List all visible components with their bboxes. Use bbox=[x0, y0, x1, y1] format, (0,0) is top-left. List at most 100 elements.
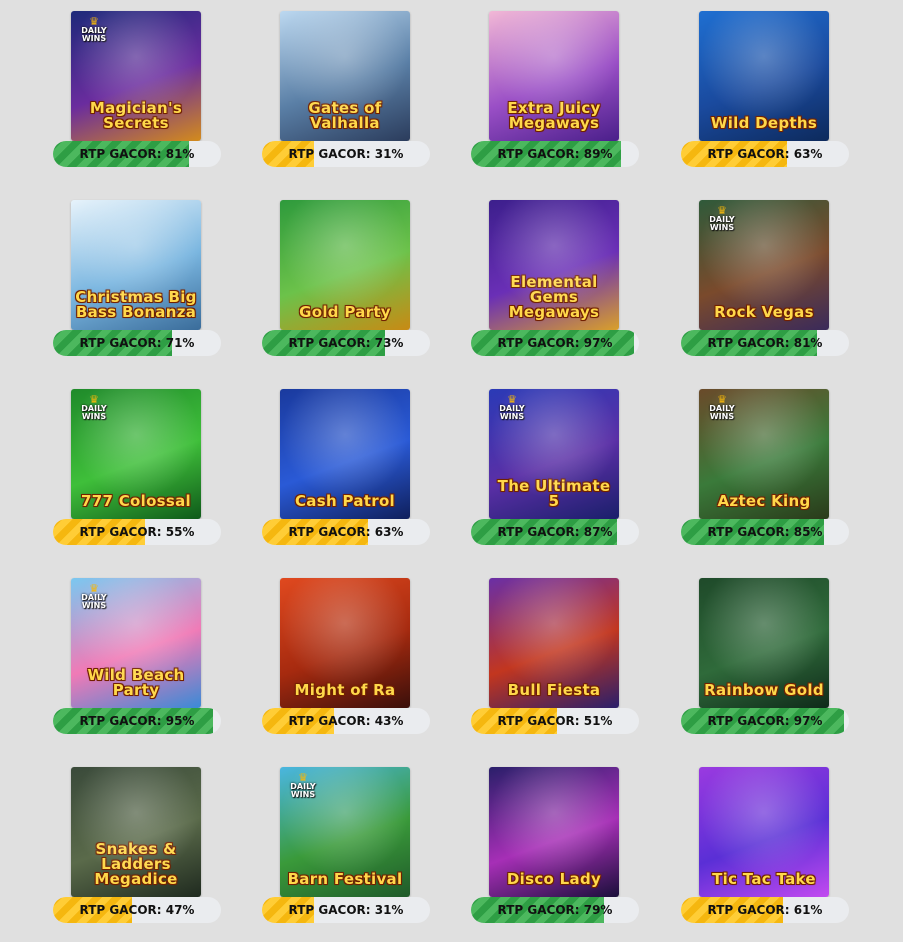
game-thumbnail[interactable]: Extra Juicy Megaways bbox=[489, 11, 619, 141]
game-thumbnail[interactable]: Rainbow Gold bbox=[699, 578, 829, 708]
rtp-progress-bar: RTP GACOR: 79% bbox=[471, 897, 639, 923]
game-thumbnail[interactable]: Elemental Gems Megaways bbox=[489, 200, 619, 330]
game-thumbnail[interactable]: ♛ DAILY WINS The Ultimate 5 bbox=[489, 389, 619, 519]
rtp-label: RTP GACOR: 43% bbox=[288, 714, 404, 728]
game-card-gold-party[interactable]: Gold Party RTP GACOR: 73% bbox=[262, 200, 432, 360]
rtp-label: RTP GACOR: 51% bbox=[497, 714, 613, 728]
game-card-rainbow-gold[interactable]: Rainbow Gold RTP GACOR: 97% bbox=[681, 578, 851, 738]
rtp-progress-bar: RTP GACOR: 89% bbox=[471, 141, 639, 167]
game-title: Wild Depths bbox=[710, 114, 818, 132]
game-title: Might of Ra bbox=[294, 681, 396, 699]
rtp-label: RTP GACOR: 31% bbox=[288, 147, 404, 161]
game-thumbnail[interactable]: Wild Depths bbox=[699, 11, 829, 141]
rtp-label: RTP GACOR: 81% bbox=[707, 336, 823, 350]
rtp-progress-bar: RTP GACOR: 63% bbox=[262, 519, 430, 545]
daily-wins-badge: ♛ DAILY WINS bbox=[703, 394, 741, 421]
game-title: Rock Vegas bbox=[714, 303, 814, 321]
game-thumbnail[interactable]: ♛ DAILY WINS Aztec King bbox=[699, 389, 829, 519]
rtp-progress-bar: RTP GACOR: 97% bbox=[471, 330, 639, 356]
game-card-bull-fiesta[interactable]: Bull Fiesta RTP GACOR: 51% bbox=[471, 578, 641, 738]
game-card-777-colossal[interactable]: ♛ DAILY WINS 777 Colossal RTP GACOR: 55% bbox=[53, 389, 223, 549]
game-title: Extra Juicy Megaways bbox=[507, 99, 601, 132]
game-thumbnail[interactable]: Might of Ra bbox=[280, 578, 410, 708]
rtp-label: RTP GACOR: 63% bbox=[288, 525, 404, 539]
game-thumbnail[interactable]: Gold Party bbox=[280, 200, 410, 330]
game-thumbnail[interactable]: Disco Lady bbox=[489, 767, 619, 897]
rtp-label: RTP GACOR: 95% bbox=[79, 714, 195, 728]
rtp-progress-bar: RTP GACOR: 55% bbox=[53, 519, 221, 545]
rtp-progress-bar: RTP GACOR: 31% bbox=[262, 897, 430, 923]
game-title: The Ultimate 5 bbox=[497, 477, 611, 510]
rtp-progress-bar: RTP GACOR: 73% bbox=[262, 330, 430, 356]
daily-wins-label: DAILY WINS bbox=[499, 404, 525, 421]
game-thumbnail[interactable]: Bull Fiesta bbox=[489, 578, 619, 708]
daily-wins-label: DAILY WINS bbox=[81, 404, 107, 421]
game-card-the-ultimate-5[interactable]: ♛ DAILY WINS The Ultimate 5 RTP GACOR: 87% bbox=[471, 389, 641, 549]
game-card-elemental-gems-megaways[interactable]: Elemental Gems Megaways RTP GACOR: 97% bbox=[471, 200, 641, 360]
game-thumbnail[interactable]: ♛ DAILY WINS Barn Festival bbox=[280, 767, 410, 897]
game-title: Gates of Valhalla bbox=[308, 99, 382, 132]
game-title: Disco Lady bbox=[506, 870, 602, 888]
daily-wins-badge: ♛ DAILY WINS bbox=[75, 16, 113, 43]
game-card-cash-patrol[interactable]: Cash Patrol RTP GACOR: 63% bbox=[262, 389, 432, 549]
rtp-label: RTP GACOR: 55% bbox=[79, 525, 195, 539]
rtp-label: RTP GACOR: 97% bbox=[707, 714, 823, 728]
game-thumbnail[interactable]: Christmas Big Bass Bonanza bbox=[71, 200, 201, 330]
game-card-barn-festival[interactable]: ♛ DAILY WINS Barn Festival RTP GACOR: 31% bbox=[262, 767, 432, 927]
rtp-progress-bar: RTP GACOR: 97% bbox=[681, 708, 849, 734]
game-card-gates-of-valhalla[interactable]: Gates of Valhalla RTP GACOR: 31% bbox=[262, 11, 432, 171]
daily-wins-badge: ♛ DAILY WINS bbox=[493, 394, 531, 421]
game-title: Christmas Big Bass Bonanza bbox=[75, 288, 197, 321]
game-title: Barn Festival bbox=[287, 870, 403, 888]
game-title: Aztec King bbox=[717, 492, 811, 510]
daily-wins-label: DAILY WINS bbox=[81, 593, 107, 610]
game-thumbnail[interactable]: Gates of Valhalla bbox=[280, 11, 410, 141]
daily-wins-label: DAILY WINS bbox=[81, 26, 107, 43]
rtp-progress-bar: RTP GACOR: 31% bbox=[262, 141, 430, 167]
game-title: Elemental Gems Megaways bbox=[508, 273, 600, 321]
daily-wins-label: DAILY WINS bbox=[290, 782, 316, 799]
daily-wins-label: DAILY WINS bbox=[709, 404, 735, 421]
game-card-wild-depths[interactable]: Wild Depths RTP GACOR: 63% bbox=[681, 11, 851, 171]
rtp-label: RTP GACOR: 81% bbox=[79, 147, 195, 161]
rtp-progress-bar: RTP GACOR: 63% bbox=[681, 141, 849, 167]
daily-wins-badge: ♛ DAILY WINS bbox=[75, 583, 113, 610]
rtp-label: RTP GACOR: 97% bbox=[497, 336, 613, 350]
game-card-magician-s-secrets[interactable]: ♛ DAILY WINS Magician's Secrets RTP GACOR: … bbox=[53, 11, 223, 171]
game-thumbnail[interactable]: Tic Tac Take bbox=[699, 767, 829, 897]
rtp-label: RTP GACOR: 31% bbox=[288, 903, 404, 917]
game-thumbnail[interactable]: ♛ DAILY WINS 777 Colossal bbox=[71, 389, 201, 519]
game-card-snakes-ladders-megadice[interactable]: Snakes & Ladders Megadice RTP GACOR: 47% bbox=[53, 767, 223, 927]
rtp-progress-bar: RTP GACOR: 95% bbox=[53, 708, 221, 734]
rtp-label: RTP GACOR: 89% bbox=[497, 147, 613, 161]
game-title: 777 Colossal bbox=[80, 492, 191, 510]
game-thumbnail[interactable]: ♛ DAILY WINS Magician's Secrets bbox=[71, 11, 201, 141]
rtp-progress-bar: RTP GACOR: 61% bbox=[681, 897, 849, 923]
game-card-wild-beach-party[interactable]: ♛ DAILY WINS Wild Beach Party RTP GACOR: 95… bbox=[53, 578, 223, 738]
rtp-progress-bar: RTP GACOR: 81% bbox=[53, 141, 221, 167]
game-thumbnail[interactable]: Cash Patrol bbox=[280, 389, 410, 519]
rtp-label: RTP GACOR: 63% bbox=[707, 147, 823, 161]
game-card-aztec-king[interactable]: ♛ DAILY WINS Aztec King RTP GACOR: 85% bbox=[681, 389, 851, 549]
game-card-tic-tac-take[interactable]: Tic Tac Take RTP GACOR: 61% bbox=[681, 767, 851, 927]
game-title: Cash Patrol bbox=[295, 492, 395, 510]
game-card-extra-juicy-megaways[interactable]: Extra Juicy Megaways RTP GACOR: 89% bbox=[471, 11, 641, 171]
game-card-disco-lady[interactable]: Disco Lady RTP GACOR: 79% bbox=[471, 767, 641, 927]
game-thumbnail[interactable]: ♛ DAILY WINS Wild Beach Party bbox=[71, 578, 201, 708]
rtp-progress-bar: RTP GACOR: 87% bbox=[471, 519, 639, 545]
game-thumbnail[interactable]: Snakes & Ladders Megadice bbox=[71, 767, 201, 897]
rtp-label: RTP GACOR: 85% bbox=[707, 525, 823, 539]
game-title: Rainbow Gold bbox=[704, 681, 824, 699]
rtp-progress-bar: RTP GACOR: 43% bbox=[262, 708, 430, 734]
game-title: Wild Beach Party bbox=[87, 666, 185, 699]
rtp-progress-bar: RTP GACOR: 81% bbox=[681, 330, 849, 356]
rtp-label: RTP GACOR: 71% bbox=[79, 336, 195, 350]
rtp-label: RTP GACOR: 61% bbox=[707, 903, 823, 917]
game-card-christmas-big-bass-bonanza[interactable]: Christmas Big Bass Bonanza RTP GACOR: 71% bbox=[53, 200, 223, 360]
game-thumbnail[interactable]: ♛ DAILY WINS Rock Vegas bbox=[699, 200, 829, 330]
game-card-rock-vegas[interactable]: ♛ DAILY WINS Rock Vegas RTP GACOR: 81% bbox=[681, 200, 851, 360]
daily-wins-badge: ♛ DAILY WINS bbox=[703, 205, 741, 232]
game-card-might-of-ra[interactable]: Might of Ra RTP GACOR: 43% bbox=[262, 578, 432, 738]
daily-wins-label: DAILY WINS bbox=[709, 215, 735, 232]
game-title: Magician's Secrets bbox=[89, 99, 183, 132]
